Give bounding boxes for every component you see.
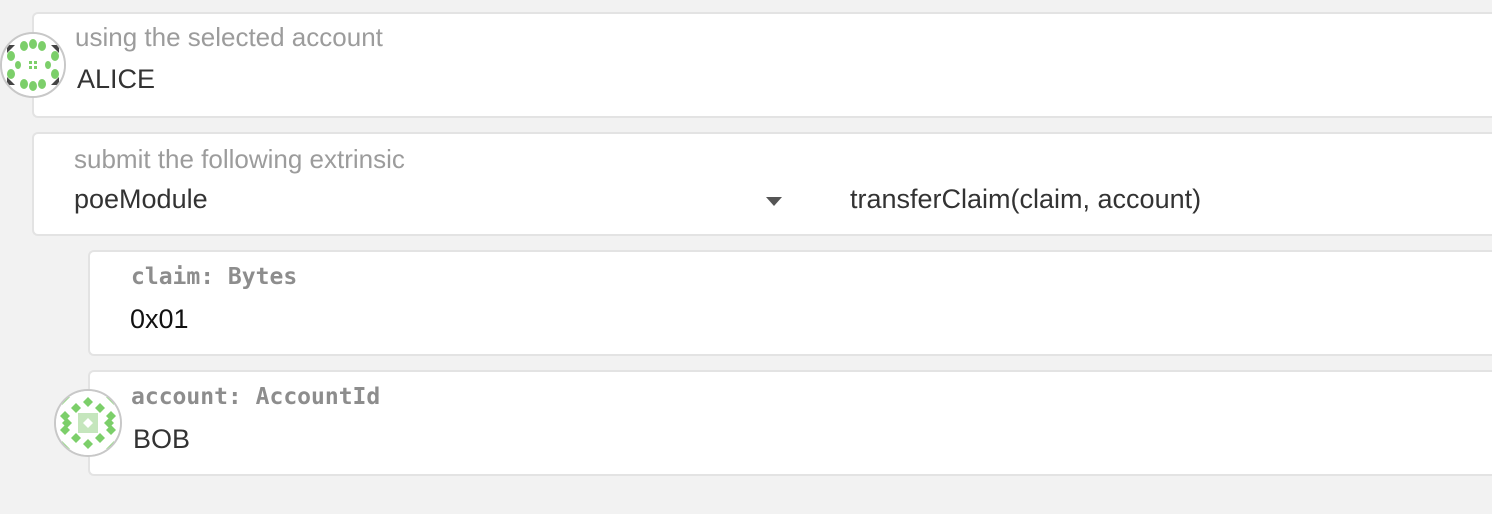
account-selector[interactable]: using the selected account ALICE bbox=[32, 12, 1492, 118]
param-claim: claim: Bytes 0x01 bbox=[88, 250, 1492, 356]
method-dropdown-value: transferClaim(claim, account) bbox=[850, 184, 1202, 214]
module-dropdown-value: poeModule bbox=[74, 184, 208, 214]
chevron-down-icon[interactable] bbox=[766, 197, 782, 206]
param-account-label: account: AccountId bbox=[131, 384, 381, 410]
account-selector-label: using the selected account bbox=[75, 22, 383, 52]
account-input[interactable]: BOB bbox=[120, 418, 1490, 468]
bob-identicon-icon bbox=[54, 389, 122, 457]
claim-input-value: 0x01 bbox=[130, 304, 189, 334]
param-claim-label: claim: Bytes bbox=[131, 264, 298, 290]
method-dropdown[interactable]: transferClaim(claim, account) bbox=[824, 178, 1492, 228]
claim-input[interactable]: 0x01 bbox=[120, 298, 1490, 348]
module-dropdown[interactable]: poeModule bbox=[34, 178, 804, 228]
extrinsic-selector: submit the following extrinsic poeModule… bbox=[32, 132, 1492, 236]
param-account: account: AccountId BOB bbox=[88, 370, 1492, 476]
account-input-value: BOB bbox=[133, 424, 191, 454]
account-selector-value[interactable]: ALICE bbox=[77, 64, 155, 95]
alice-identicon-icon bbox=[0, 32, 66, 98]
extrinsic-selector-label: submit the following extrinsic bbox=[74, 144, 405, 174]
